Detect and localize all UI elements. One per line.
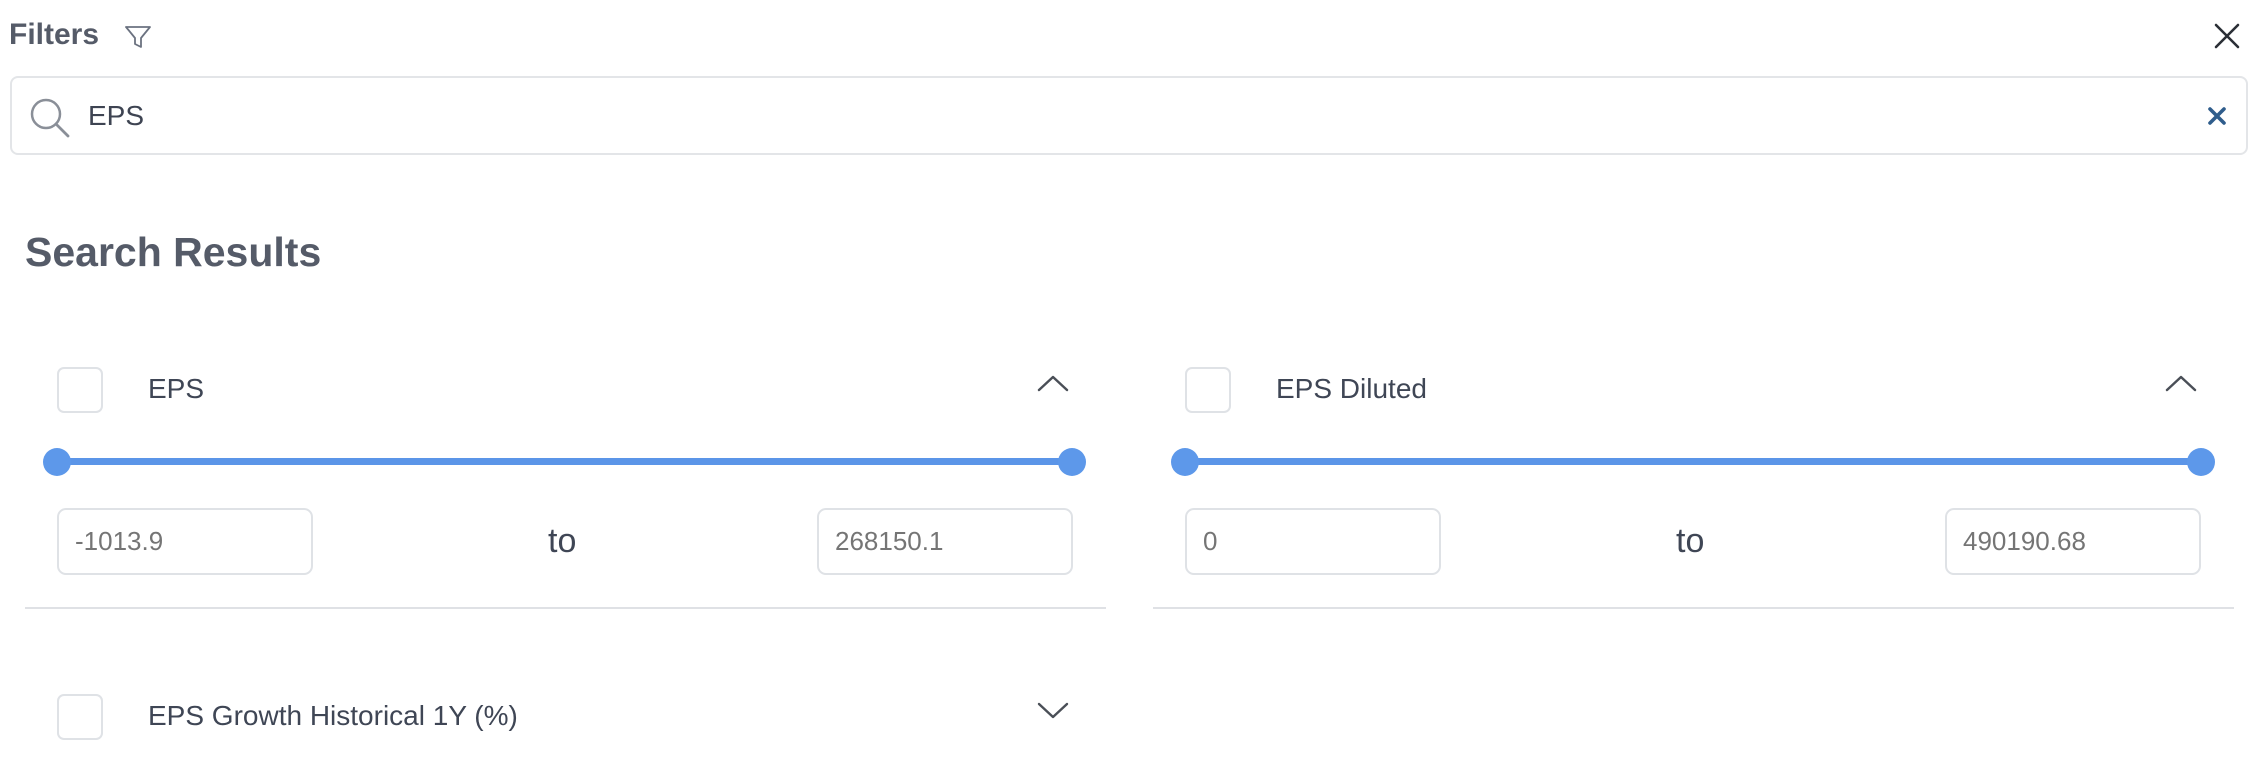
eps-min-input[interactable] bbox=[57, 508, 313, 575]
eps-diluted-range-min-handle[interactable] bbox=[1171, 448, 1199, 476]
eps-range-min-handle[interactable] bbox=[43, 448, 71, 476]
magnifier-icon bbox=[30, 98, 70, 138]
eps-filter-label: EPS bbox=[148, 373, 205, 404]
eps-checkbox[interactable] bbox=[57, 367, 103, 413]
eps-diluted-divider bbox=[1153, 607, 2234, 609]
eps-diluted-range-track bbox=[1185, 458, 2201, 465]
eps-diluted-max-input[interactable] bbox=[1945, 508, 2201, 575]
filter-funnel-icon bbox=[125, 26, 151, 48]
close-x-icon[interactable] bbox=[2211, 20, 2243, 52]
eps-diluted-range-separator: to bbox=[1676, 522, 1705, 560]
eps-divider bbox=[25, 607, 1106, 609]
panel-title: Filters bbox=[9, 18, 100, 51]
search-input[interactable] bbox=[88, 91, 2138, 141]
chevron-down-icon[interactable] bbox=[1035, 699, 1071, 723]
eps-growth-filter-label: EPS Growth Historical 1Y (%) bbox=[148, 700, 518, 731]
eps-max-input[interactable] bbox=[817, 508, 1073, 575]
results-heading: Search Results bbox=[25, 229, 322, 275]
chevron-up-icon[interactable] bbox=[1035, 371, 1071, 395]
clear-x-icon[interactable] bbox=[2202, 101, 2232, 131]
eps-range-track bbox=[57, 458, 1072, 465]
eps-growth-checkbox[interactable] bbox=[57, 694, 103, 740]
eps-diluted-range-max-handle[interactable] bbox=[2187, 448, 2215, 476]
eps-range-max-handle[interactable] bbox=[1058, 448, 1086, 476]
eps-diluted-filter-label: EPS Diluted bbox=[1276, 373, 1427, 404]
eps-diluted-min-input[interactable] bbox=[1185, 508, 1441, 575]
eps-diluted-checkbox[interactable] bbox=[1185, 367, 1231, 413]
chevron-up-icon[interactable] bbox=[2163, 371, 2199, 395]
eps-range-separator: to bbox=[548, 522, 577, 560]
